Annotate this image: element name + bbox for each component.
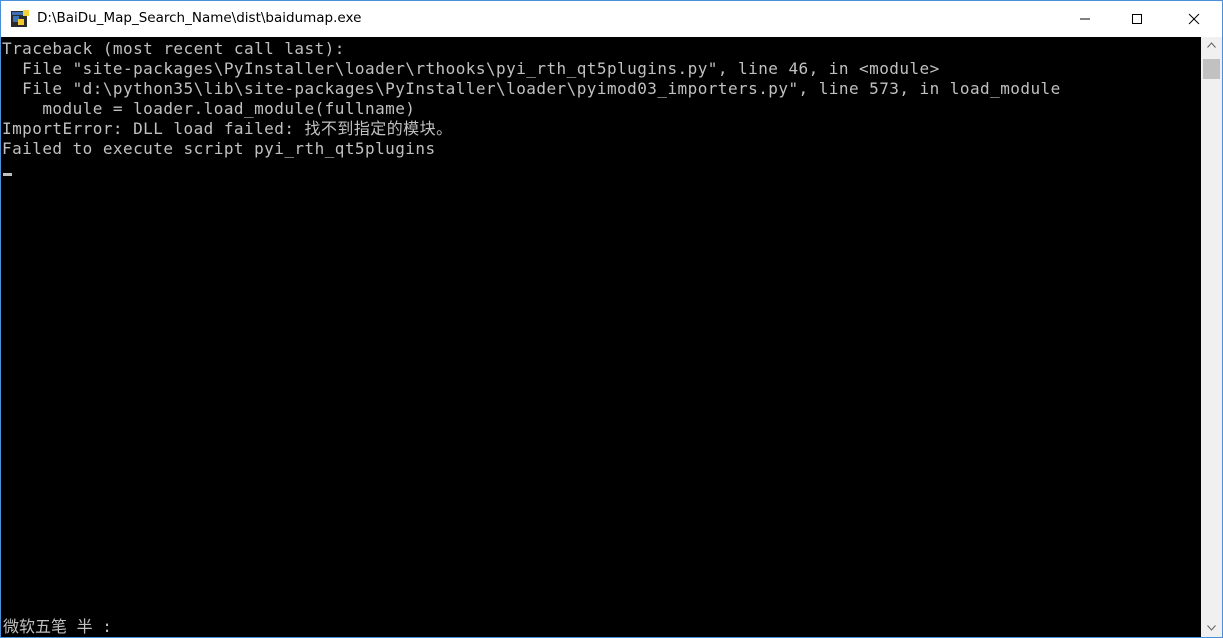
python-exe-icon[interactable] bbox=[11, 10, 29, 28]
console-lines: Traceback (most recent call last): File … bbox=[2, 39, 1061, 159]
close-icon bbox=[1188, 13, 1200, 25]
window-title: D:\BaiDu_Map_Search_Name\dist\baidumap.e… bbox=[37, 10, 362, 26]
minimize-icon bbox=[1080, 18, 1090, 20]
console-line: Traceback (most recent call last): bbox=[2, 39, 345, 58]
title-bar[interactable]: D:\BaiDu_Map_Search_Name\dist\baidumap.e… bbox=[1, 1, 1222, 37]
scroll-up-button[interactable] bbox=[1201, 37, 1222, 54]
chevron-down-icon bbox=[1207, 625, 1216, 631]
ime-status-text: 微软五笔 半 : bbox=[3, 617, 112, 636]
minimize-button[interactable] bbox=[1062, 1, 1108, 37]
text-cursor bbox=[3, 173, 12, 176]
console-line: File "site-packages\PyInstaller\loader\r… bbox=[2, 59, 940, 78]
scroll-down-button[interactable] bbox=[1201, 620, 1222, 637]
maximize-button[interactable] bbox=[1114, 1, 1160, 37]
console-line: Failed to execute script pyi_rth_qt5plug… bbox=[2, 139, 436, 158]
scrollbar-thumb[interactable] bbox=[1203, 59, 1220, 79]
close-button[interactable] bbox=[1171, 1, 1217, 37]
chevron-up-icon bbox=[1207, 42, 1216, 48]
console-line: File "d:\python35\lib\site-packages\PyIn… bbox=[2, 79, 1061, 98]
console-output-area[interactable]: Traceback (most recent call last): File … bbox=[1, 37, 1201, 637]
console-line: ImportError: DLL load failed: 找不到指定的模块。 bbox=[2, 119, 453, 138]
vertical-scrollbar[interactable] bbox=[1201, 37, 1222, 637]
console-window: D:\BaiDu_Map_Search_Name\dist\baidumap.e… bbox=[0, 0, 1223, 638]
maximize-icon bbox=[1132, 14, 1142, 24]
console-line: module = loader.load_module(fullname) bbox=[2, 99, 416, 118]
